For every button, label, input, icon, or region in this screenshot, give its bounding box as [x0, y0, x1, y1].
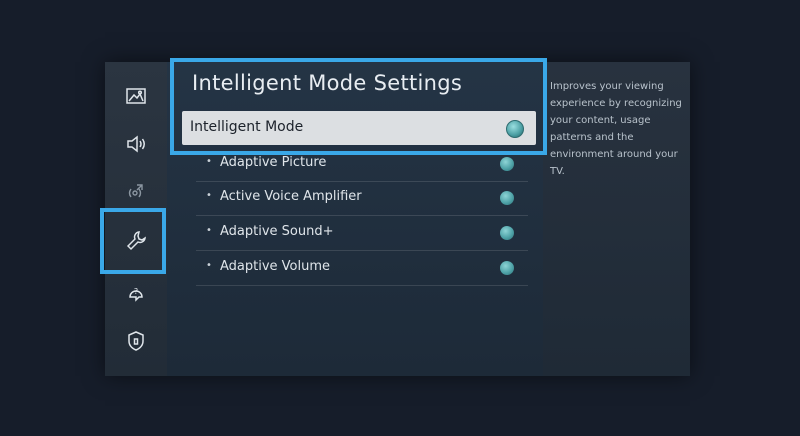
- list-item-label: Active Voice Amplifier: [220, 189, 362, 204]
- list-item-adaptive-volume[interactable]: • Adaptive Volume: [196, 251, 528, 286]
- picture-icon[interactable]: [120, 80, 152, 112]
- intelligent-mode-row[interactable]: Intelligent Mode: [182, 111, 536, 145]
- bullet-icon: •: [206, 260, 212, 271]
- active-voice-amplifier-toggle[interactable]: [500, 191, 514, 205]
- support-icon[interactable]: ?: [120, 276, 152, 308]
- list-item-adaptive-sound[interactable]: • Adaptive Sound+: [196, 216, 528, 251]
- adaptive-volume-toggle[interactable]: [500, 261, 514, 275]
- bullet-icon: •: [206, 190, 212, 201]
- list-item-active-voice-amplifier[interactable]: • Active Voice Amplifier: [196, 181, 528, 216]
- intelligent-mode-toggle[interactable]: [506, 120, 524, 138]
- list-item-label: Adaptive Volume: [220, 259, 331, 274]
- list-item-label: Adaptive Sound+: [220, 224, 334, 239]
- description-text: Improves your viewing experience by reco…: [550, 81, 682, 177]
- page-title: Intelligent Mode Settings: [192, 71, 463, 95]
- bullet-icon: •: [206, 225, 212, 236]
- svg-text:?: ?: [134, 287, 138, 296]
- wrench-icon[interactable]: [120, 225, 152, 257]
- adaptive-picture-toggle[interactable]: [500, 157, 514, 171]
- shield-icon[interactable]: [120, 325, 152, 357]
- intelligent-mode-label: Intelligent Mode: [190, 119, 304, 135]
- list-item-adaptive-picture[interactable]: • Adaptive Picture: [196, 147, 528, 182]
- broadcast-icon[interactable]: [120, 176, 152, 208]
- adaptive-sound-toggle[interactable]: [500, 226, 514, 240]
- bullet-icon: •: [206, 156, 212, 167]
- list-item-label: Adaptive Picture: [220, 155, 327, 170]
- sound-icon[interactable]: [120, 128, 152, 160]
